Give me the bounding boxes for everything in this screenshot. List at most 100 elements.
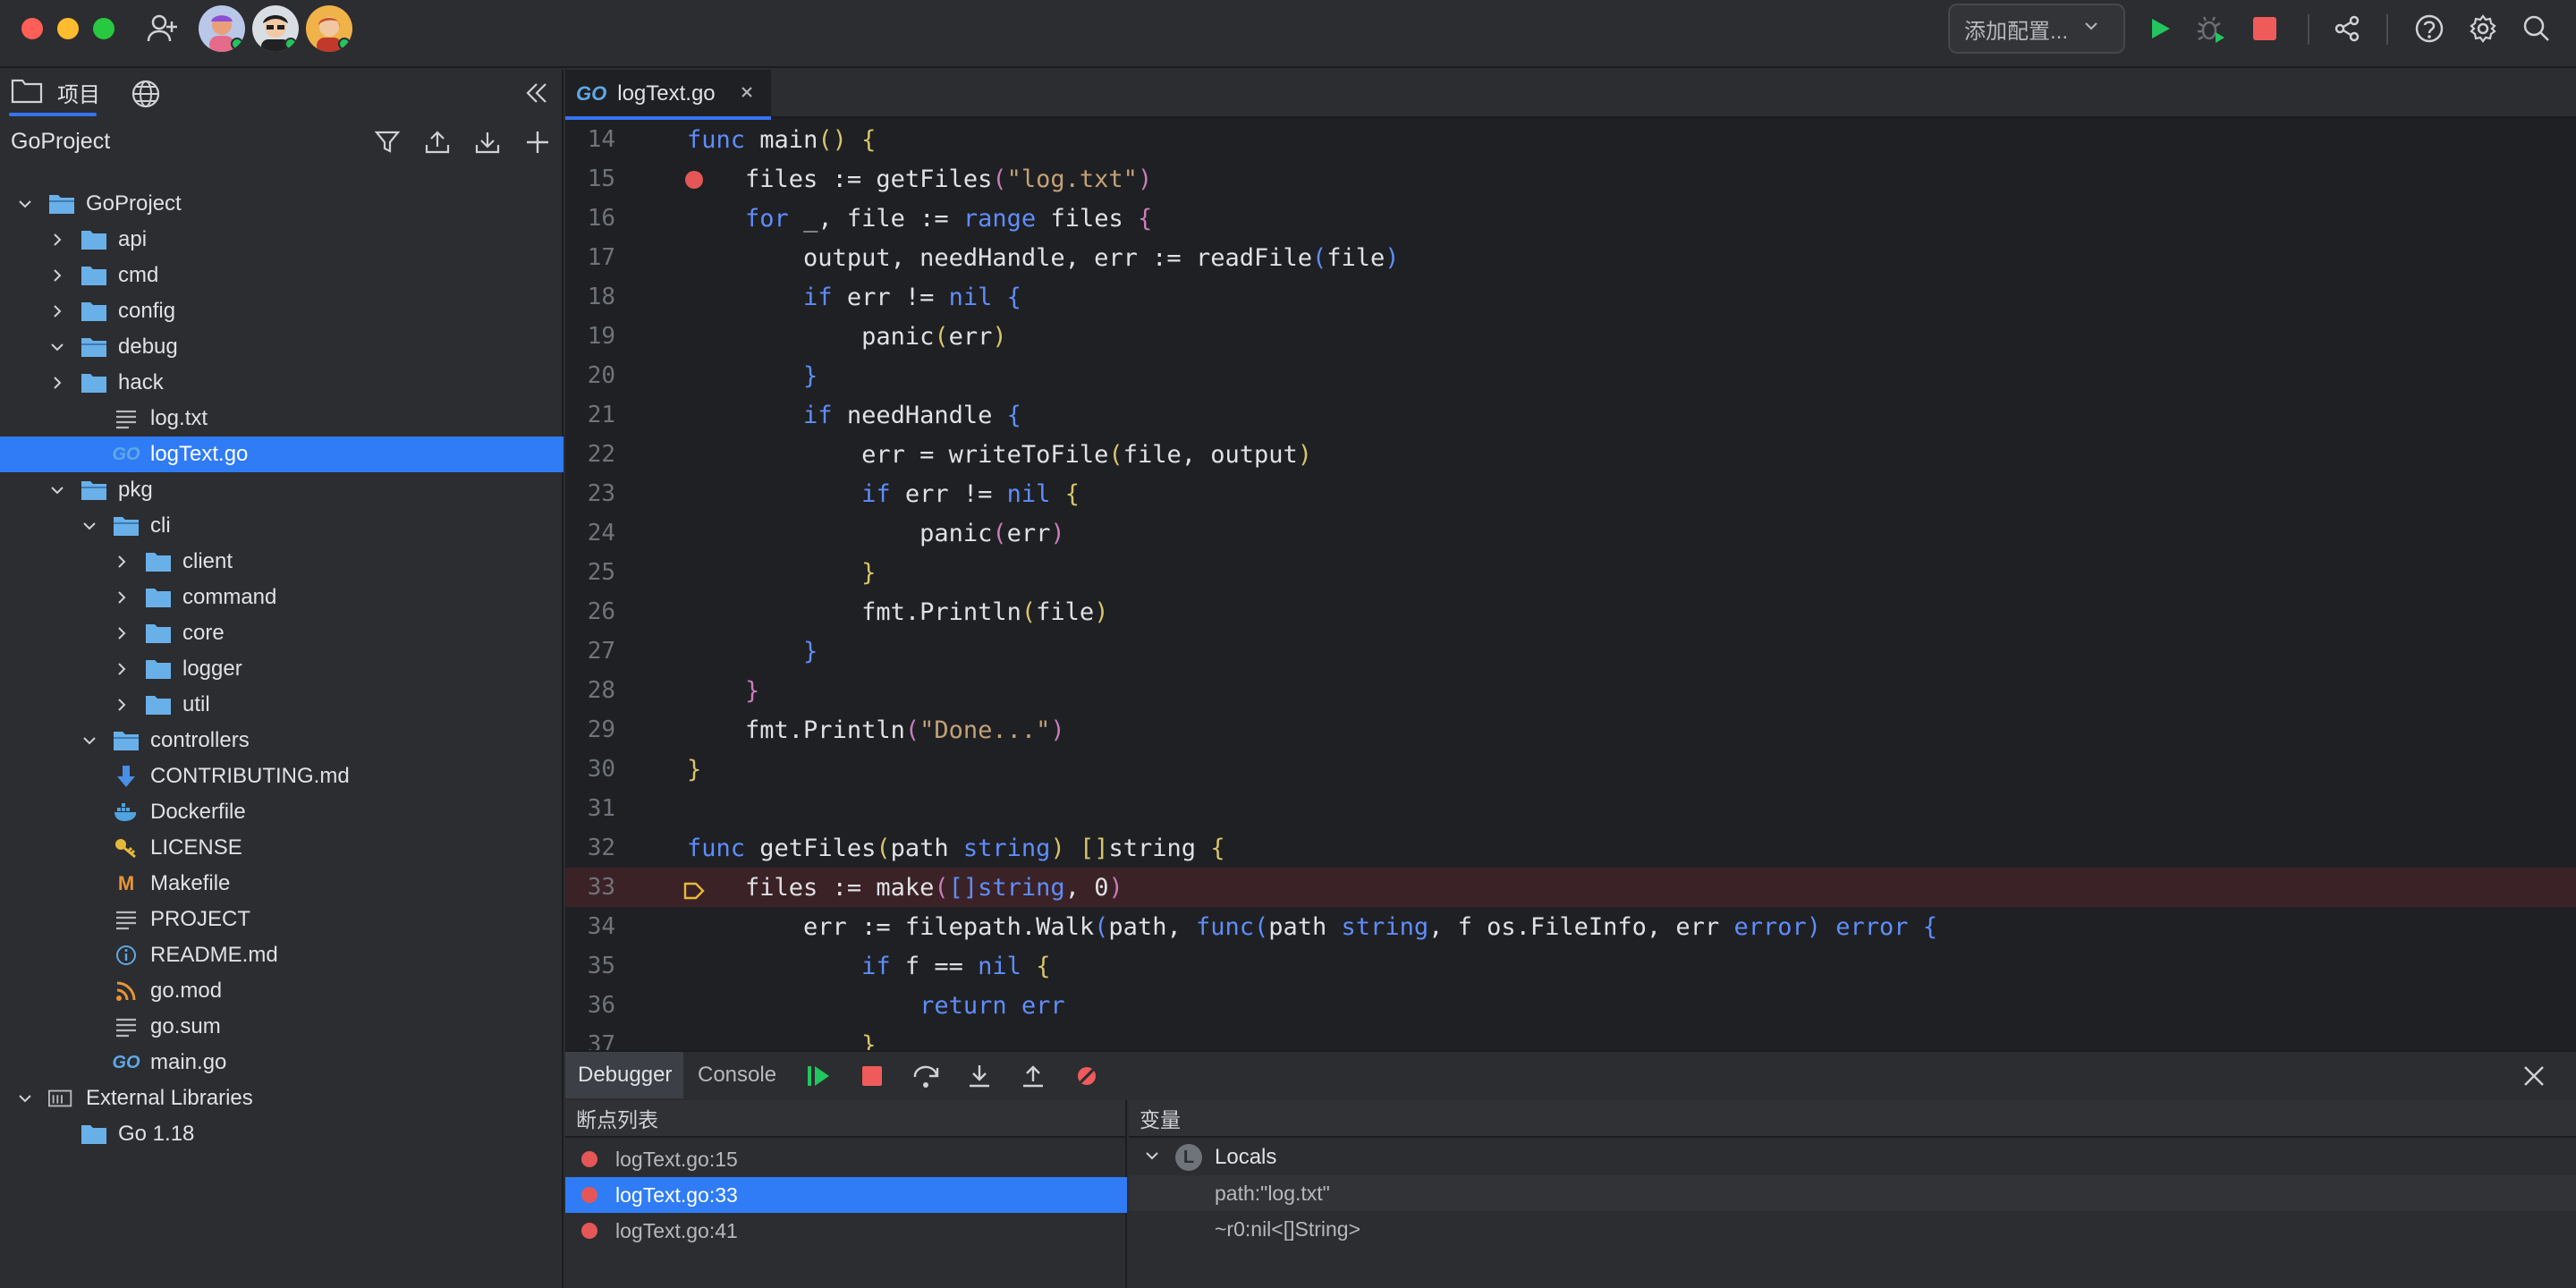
tree-item-go-sum[interactable]: go.sum: [0, 1009, 564, 1045]
tree-item-readme-md[interactable]: README.md: [0, 937, 564, 973]
code-line[interactable]: 35 if f == nil {: [565, 946, 2576, 986]
breakpoint-icon[interactable]: [685, 171, 703, 189]
gutter[interactable]: [615, 277, 687, 317]
tree-item-pkg[interactable]: pkg: [0, 472, 564, 508]
variable-item[interactable]: ~r0:nil<[]String>: [1129, 1211, 2576, 1247]
code-line[interactable]: 24 panic(err): [565, 513, 2576, 553]
code-line[interactable]: 28 }: [565, 671, 2576, 710]
code-line[interactable]: 17 output, needHandle, err := readFile(f…: [565, 238, 2576, 277]
tree-item-makefile[interactable]: M Makefile: [0, 866, 564, 902]
globe-icon[interactable]: [131, 79, 161, 114]
gutter[interactable]: [615, 907, 687, 946]
mute-breakpoints-icon[interactable]: [1073, 1063, 1100, 1094]
gutter[interactable]: [615, 553, 687, 592]
code-line[interactable]: 18 if err != nil {: [565, 277, 2576, 317]
gutter[interactable]: [615, 828, 687, 868]
chevron-down-icon[interactable]: [16, 195, 34, 213]
code-area[interactable]: 14 func main() {15 files := getFiles("log…: [565, 120, 2576, 1050]
share-icon[interactable]: [2329, 11, 2365, 47]
code-line[interactable]: 32 func getFiles(path string) []string {: [565, 828, 2576, 868]
gutter[interactable]: [615, 750, 687, 789]
breakpoint-item[interactable]: logText.go:41: [565, 1213, 1127, 1249]
chevron-right-icon[interactable]: [113, 589, 131, 606]
gutter[interactable]: [615, 513, 687, 553]
step-into-icon[interactable]: [966, 1063, 993, 1094]
gutter[interactable]: [615, 671, 687, 710]
run-config-select[interactable]: 添加配置...: [1948, 4, 2125, 54]
settings-icon[interactable]: [2465, 11, 2501, 47]
tree-item-logger[interactable]: logger: [0, 651, 564, 687]
code-line[interactable]: 31: [565, 789, 2576, 828]
chevron-right-icon[interactable]: [113, 660, 131, 678]
code-line[interactable]: 34 err := filepath.Walk(path, func(path …: [565, 907, 2576, 946]
gutter[interactable]: [615, 710, 687, 750]
gutter[interactable]: [615, 395, 687, 435]
code-line[interactable]: 33 files := make([]string, 0): [565, 868, 2576, 907]
chevron-right-icon[interactable]: [113, 696, 131, 714]
breakpoint-item[interactable]: logText.go:15: [565, 1141, 1127, 1177]
tree-item-cmd[interactable]: cmd: [0, 258, 564, 293]
gutter[interactable]: [615, 631, 687, 671]
resume-icon[interactable]: [805, 1063, 832, 1094]
tree-item-goproject[interactable]: GoProject: [0, 186, 564, 222]
tree-item-contributing-md[interactable]: CONTRIBUTING.md: [0, 758, 564, 794]
tree-item-core[interactable]: core: [0, 615, 564, 651]
tree-item-log-txt[interactable]: log.txt: [0, 401, 564, 436]
tree-item-hack[interactable]: hack: [0, 365, 564, 401]
code-line[interactable]: 37 }: [565, 1025, 2576, 1051]
tab-debugger[interactable]: Debugger: [565, 1052, 683, 1098]
breakpoint-item[interactable]: logText.go:33: [565, 1177, 1127, 1213]
code-line[interactable]: 30}: [565, 750, 2576, 789]
code-line[interactable]: 26 fmt.Println(file): [565, 592, 2576, 631]
gutter[interactable]: [615, 356, 687, 395]
step-out-icon[interactable]: [1020, 1063, 1046, 1094]
chevron-down-icon[interactable]: [16, 1089, 34, 1107]
code-line[interactable]: 22 err = writeToFile(file, output): [565, 435, 2576, 474]
stop-debug-icon[interactable]: [859, 1063, 886, 1094]
gutter[interactable]: [615, 199, 687, 238]
code-line[interactable]: 27 }: [565, 631, 2576, 671]
gutter[interactable]: [615, 986, 687, 1025]
tree-item-external-libraries[interactable]: External Libraries: [0, 1080, 564, 1116]
tree-item-main-go[interactable]: GO main.go: [0, 1045, 564, 1080]
gutter[interactable]: [615, 868, 705, 907]
tree-item-api[interactable]: api: [0, 222, 564, 258]
code-line[interactable]: 29 fmt.Println("Done..."): [565, 710, 2576, 750]
chevron-down-icon[interactable]: [48, 338, 66, 356]
debug-icon[interactable]: [2193, 11, 2229, 47]
tree-item-go-mod[interactable]: go.mod: [0, 973, 564, 1009]
code-line[interactable]: 16 for _, file := range files {: [565, 199, 2576, 238]
code-line[interactable]: 14 func main() {: [565, 120, 2576, 159]
chevron-right-icon[interactable]: [113, 553, 131, 571]
upload-icon[interactable]: [424, 129, 451, 160]
code-line[interactable]: 25 }: [565, 553, 2576, 592]
tree-item-util[interactable]: util: [0, 687, 564, 723]
run-icon[interactable]: [2141, 11, 2177, 47]
tab-project[interactable]: 项目: [11, 77, 100, 108]
tree-item-cli[interactable]: cli: [0, 508, 564, 544]
code-line[interactable]: 23 if err != nil {: [565, 474, 2576, 513]
add-user-icon[interactable]: [143, 9, 182, 48]
chevron-right-icon[interactable]: [48, 267, 66, 284]
code-line[interactable]: 19 panic(err): [565, 317, 2576, 356]
close-panel-icon[interactable]: [2521, 1063, 2547, 1094]
chevron-right-icon[interactable]: [48, 231, 66, 249]
tree-item-logtext-go[interactable]: GO logText.go: [0, 436, 564, 472]
close-window-button[interactable]: [21, 18, 43, 39]
chevron-down-icon[interactable]: [80, 517, 98, 535]
chevron-right-icon[interactable]: [48, 374, 66, 392]
minimize-window-button[interactable]: [57, 18, 79, 39]
gutter[interactable]: [615, 120, 687, 159]
tree-item-client[interactable]: client: [0, 544, 564, 580]
gutter[interactable]: [615, 238, 687, 277]
chevron-down-icon[interactable]: [80, 732, 98, 750]
tree-item-dockerfile[interactable]: Dockerfile: [0, 794, 564, 830]
gutter[interactable]: [615, 789, 687, 828]
avatar-1[interactable]: [199, 5, 245, 52]
gutter[interactable]: [615, 435, 687, 474]
tree-item-command[interactable]: command: [0, 580, 564, 615]
code-line[interactable]: 20 }: [565, 356, 2576, 395]
search-icon[interactable]: [2519, 11, 2555, 47]
filter-icon[interactable]: [374, 129, 401, 160]
gutter[interactable]: [615, 317, 687, 356]
